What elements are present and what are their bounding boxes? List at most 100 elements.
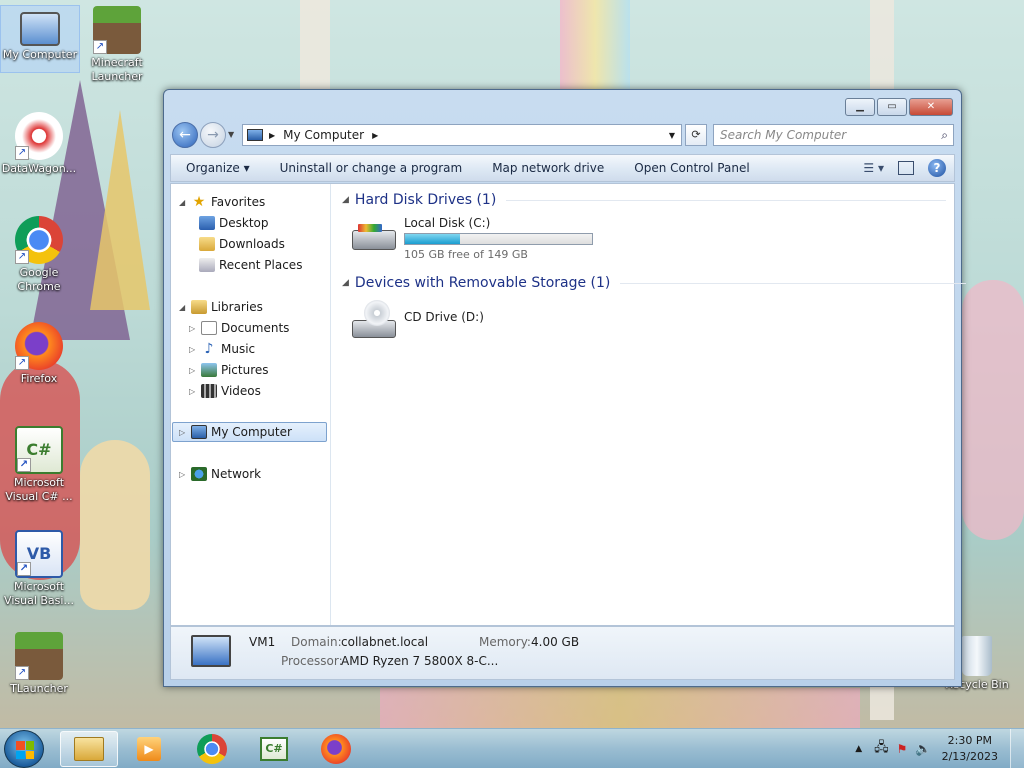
forward-button[interactable]: → — [200, 122, 226, 148]
collapse-arrow-icon[interactable]: ▷ — [189, 345, 201, 354]
nav-desktop[interactable]: Desktop — [199, 213, 269, 233]
collapse-arrow-icon[interactable]: ▷ — [179, 428, 191, 437]
start-button[interactable] — [4, 730, 44, 768]
desktop-icon-visual-basic[interactable]: VB ↗ Microsoft Visual Basi... — [0, 530, 78, 608]
drive-d[interactable]: CD Drive (D:) — [350, 300, 484, 340]
show-hidden-icons-button[interactable]: ▲ — [855, 744, 862, 754]
back-button[interactable]: ← — [172, 122, 198, 148]
minimize-button[interactable]: ▁ — [845, 98, 875, 116]
desktop-icon-minecraft-launcher[interactable]: ↗ Minecraft Launcher — [78, 6, 156, 84]
collapse-arrow-icon[interactable]: ▷ — [179, 470, 191, 479]
tlauncher-icon: ↗ — [15, 632, 63, 680]
address-bar[interactable]: ▶ My Computer ▶ ▼ — [242, 124, 682, 146]
volume-icon[interactable]: 🔈 — [915, 742, 931, 757]
maximize-button[interactable]: ▭ — [877, 98, 907, 116]
desktop-icon-google-chrome[interactable]: ↗ Google Chrome — [0, 216, 78, 294]
cd-drive-icon — [350, 300, 398, 340]
shortcut-arrow-icon: ↗ — [15, 146, 29, 160]
windows-logo-icon — [16, 741, 34, 759]
pictures-icon — [201, 363, 217, 377]
refresh-button[interactable]: ⟳ — [685, 124, 707, 146]
search-input[interactable]: Search My Computer ⌕ — [713, 124, 954, 146]
shortcut-arrow-icon: ↗ — [15, 666, 29, 680]
nav-label: My Computer — [211, 425, 292, 439]
desktop-icon-visual-csharp[interactable]: C# ↗ Microsoft Visual C# ... — [0, 426, 78, 504]
group-label: Hard Disk Drives (1) — [354, 192, 497, 208]
group-header-hdd[interactable]: ◢ Hard Disk Drives (1) — [342, 192, 947, 208]
breadcrumb-my-computer[interactable]: My Computer — [283, 128, 364, 142]
videos-icon — [201, 384, 217, 398]
desktop-icon-tlauncher[interactable]: ↗ TLauncher — [0, 632, 78, 696]
desktop-icon-label: Microsoft Visual Basi... — [4, 580, 74, 607]
show-desktop-button[interactable] — [1010, 729, 1024, 768]
group-header-removable[interactable]: ◢ Devices with Removable Storage (1) — [342, 275, 967, 291]
drive-c-usage-bar — [404, 233, 593, 245]
nav-label: Downloads — [219, 237, 285, 251]
network-tray-icon[interactable]: 🖧 — [874, 738, 889, 760]
taskbar-chrome[interactable] — [183, 731, 241, 767]
details-memory-label: Memory: — [479, 635, 531, 649]
nav-videos[interactable]: ▷ Videos — [189, 381, 261, 401]
taskbar-explorer[interactable] — [60, 731, 118, 767]
desktop-icon-my-computer[interactable]: My Computer — [0, 5, 80, 73]
organize-button[interactable]: Organize ▾ — [171, 161, 265, 175]
star-icon: ★ — [192, 194, 206, 210]
address-dropdown-icon[interactable]: ▼ — [669, 131, 675, 140]
breadcrumb-separator-icon: ▶ — [269, 130, 276, 140]
map-network-drive-button[interactable]: Map network drive — [477, 161, 619, 175]
expand-arrow-icon[interactable]: ◢ — [179, 198, 191, 207]
close-button[interactable]: ✕ — [909, 98, 953, 116]
nav-label: Documents — [221, 321, 290, 335]
title-buttons: ▁ ▭ ✕ — [845, 98, 953, 116]
nav-recent-places[interactable]: Recent Places — [199, 255, 302, 275]
help-icon[interactable]: ? — [928, 159, 946, 177]
chrome-icon — [197, 734, 227, 764]
shortcut-arrow-icon: ↗ — [17, 458, 31, 472]
system-tray: ▲ 🖧 ⚑ 🔈 2:30 PM 2/13/2023 — [855, 729, 1024, 768]
desktop-icon-label: DataWagon... — [1, 162, 77, 175]
collapse-arrow-icon[interactable]: ▷ — [189, 366, 201, 375]
expand-arrow-icon[interactable]: ◢ — [179, 303, 191, 312]
nav-network[interactable]: ▷ Network — [179, 464, 261, 484]
change-view-button[interactable]: ☰ ▾ — [863, 161, 884, 175]
clock[interactable]: 2:30 PM 2/13/2023 — [942, 733, 998, 765]
drive-c[interactable]: Local Disk (C:) 105 GB free of 149 GB — [350, 216, 593, 261]
nav-libraries[interactable]: ◢ Libraries — [179, 297, 263, 317]
nav-label: Desktop — [219, 216, 269, 230]
collapse-arrow-icon[interactable]: ▷ — [189, 387, 201, 396]
vb-icon: VB ↗ — [15, 530, 63, 578]
desktop-icon-label: My Computer — [2, 48, 78, 61]
uninstall-program-button[interactable]: Uninstall or change a program — [265, 161, 478, 175]
nav-my-computer[interactable]: ▷ My Computer — [172, 422, 327, 442]
desktop-icon-label: Microsoft Visual C# ... — [5, 476, 73, 503]
drive-c-name: Local Disk (C:) — [404, 216, 491, 230]
desktop-icon-label: Firefox — [20, 372, 58, 385]
desktop-icon-firefox[interactable]: ↗ Firefox — [0, 322, 78, 386]
collapse-group-icon[interactable]: ◢ — [342, 278, 349, 288]
search-icon[interactable]: ⌕ — [941, 125, 948, 145]
taskbar-media-player[interactable]: ▶ — [120, 731, 178, 767]
shortcut-arrow-icon: ↗ — [93, 40, 107, 54]
details-domain-value: collabnet.local — [341, 635, 429, 649]
nav-documents[interactable]: ▷ Documents — [189, 318, 289, 338]
recent-pages-dropdown[interactable]: ▼ — [228, 130, 234, 139]
nav-music[interactable]: ▷ ♪ Music — [189, 339, 255, 359]
datawagon-icon: ↗ — [15, 112, 63, 160]
chrome-icon: ↗ — [15, 216, 63, 264]
taskbar-visual-csharp[interactable]: C# — [245, 731, 303, 767]
desktop-icon-datawagon[interactable]: ↗ DataWagon... — [0, 112, 78, 176]
explorer-window: ▁ ▭ ✕ ← → ▼ ▶ My Computer ▶ ▼ ⟳ Search M… — [163, 89, 967, 687]
group-divider — [506, 199, 947, 201]
preview-pane-button[interactable] — [898, 161, 914, 175]
nav-downloads[interactable]: Downloads — [199, 234, 285, 254]
collapse-arrow-icon[interactable]: ▷ — [189, 324, 201, 333]
taskbar-firefox[interactable] — [307, 731, 365, 767]
collapse-group-icon[interactable]: ◢ — [342, 195, 349, 205]
nav-label: Music — [221, 342, 256, 356]
clock-time: 2:30 PM — [947, 734, 992, 747]
firefox-icon — [321, 734, 351, 764]
open-control-panel-button[interactable]: Open Control Panel — [619, 161, 764, 175]
nav-favorites[interactable]: ◢ ★ Favorites — [179, 192, 265, 212]
nav-pictures[interactable]: ▷ Pictures — [189, 360, 269, 380]
action-center-icon[interactable]: ⚑ — [897, 742, 908, 756]
